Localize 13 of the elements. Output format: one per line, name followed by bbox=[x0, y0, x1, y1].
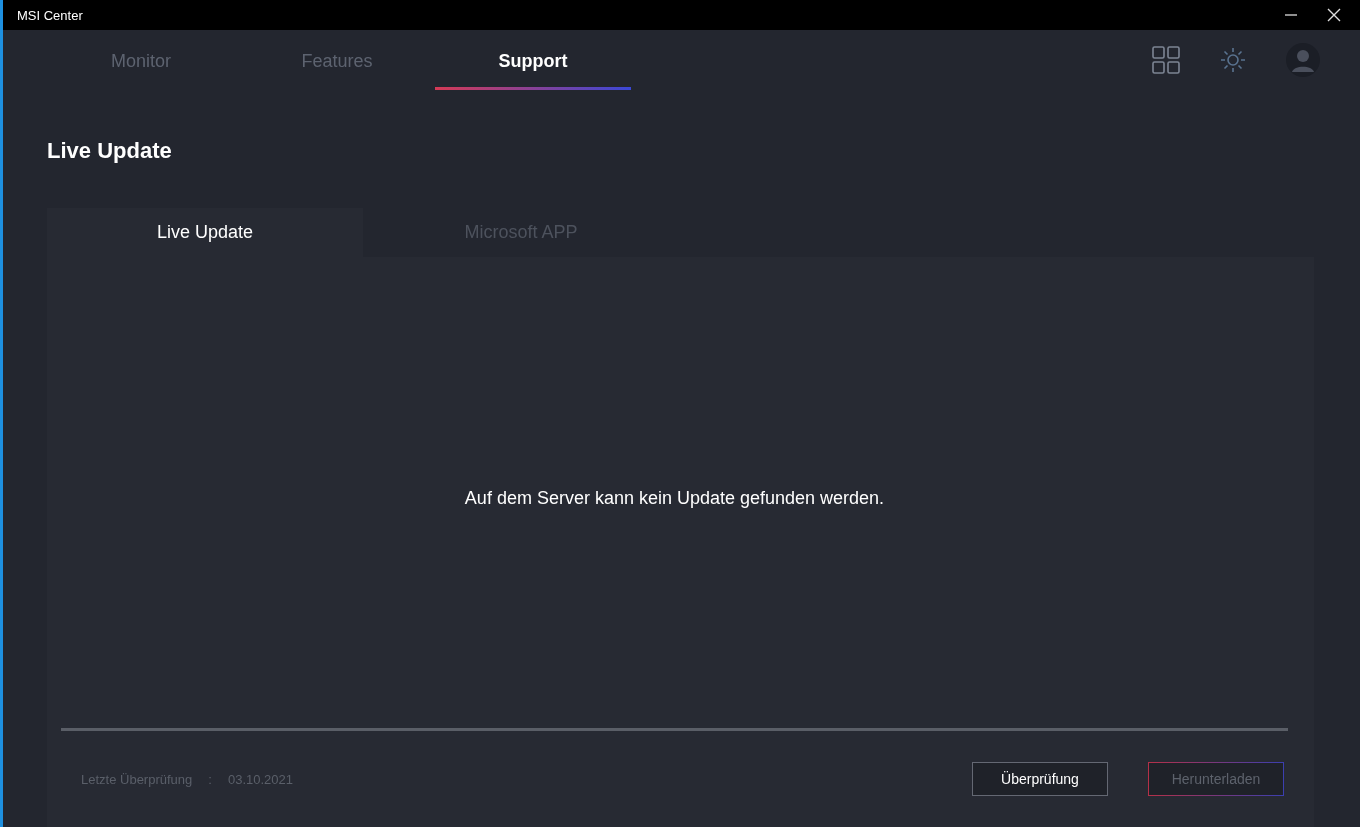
nav-tab[interactable]: Features bbox=[239, 30, 435, 90]
settings-icon[interactable] bbox=[1218, 45, 1248, 75]
user-avatar-icon[interactable] bbox=[1286, 43, 1320, 77]
nav-tab[interactable]: Monitor bbox=[43, 30, 239, 90]
window-title: MSI Center bbox=[17, 7, 83, 23]
sub-tab[interactable]: Live Update bbox=[47, 208, 363, 257]
status-message: Auf dem Server kann kein Update gefunden werden. bbox=[464, 488, 885, 509]
page-title: Live Update bbox=[46, 137, 173, 165]
separator: : bbox=[208, 771, 212, 787]
action-button[interactable]: Überprüfung bbox=[972, 762, 1108, 796]
close-icon[interactable] bbox=[1326, 7, 1342, 23]
grid-icon[interactable] bbox=[1152, 46, 1180, 74]
nav-tab[interactable]: Support bbox=[435, 30, 631, 90]
